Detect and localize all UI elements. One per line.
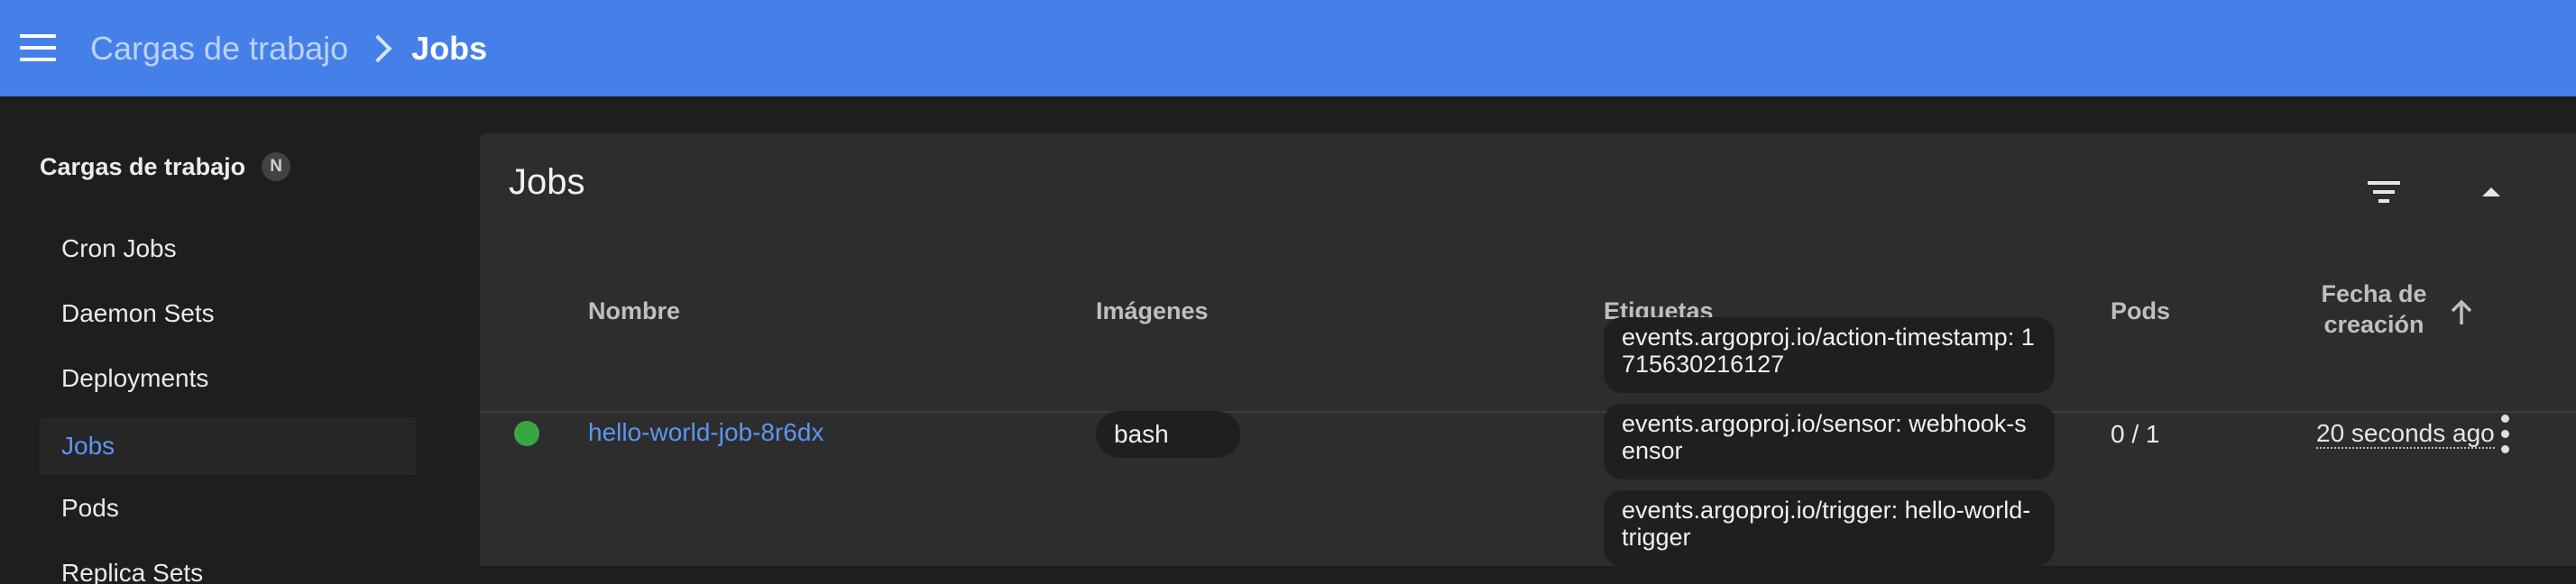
filter-icon[interactable] <box>2356 164 2410 218</box>
hamburger-menu-icon[interactable] <box>20 34 58 61</box>
breadcrumb: Cargas de trabajo Jobs <box>90 25 487 72</box>
card-title: Jobs <box>509 162 585 202</box>
page-title: Jobs <box>411 30 488 67</box>
sidebar-item-pods[interactable]: Pods <box>40 479 417 537</box>
image-chip: bash <box>1096 411 1240 458</box>
breadcrumb-parent-link[interactable]: Cargas de trabajo <box>90 30 348 68</box>
sidebar-item-deployments[interactable]: Deployments <box>40 350 417 407</box>
table-row: hello-world-job-8r6dx bash events.argopr… <box>480 308 2576 566</box>
label-chip: events.argoproj.io/sensor: webhook-senso… <box>1604 404 2055 479</box>
label-chip: events.argoproj.io/action-timestamp: 171… <box>1604 317 2055 393</box>
sidebar: Cargas de trabajo N Cron Jobs Daemon Set… <box>0 96 433 584</box>
chevron-right-icon <box>363 34 392 63</box>
more-vert-icon[interactable] <box>2491 409 2518 460</box>
label-chip: events.argoproj.io/trigger: hello-world-… <box>1604 490 2055 566</box>
column-header-created-line1: Fecha de <box>2321 280 2427 307</box>
sidebar-item-jobs[interactable]: Jobs <box>40 417 417 475</box>
creation-age[interactable]: 20 seconds ago <box>2316 420 2495 449</box>
sidebar-item-cron-jobs[interactable]: Cron Jobs <box>40 220 417 278</box>
sidebar-group-label: Cargas de trabajo <box>40 152 246 180</box>
chevron-up-icon[interactable] <box>2464 164 2518 218</box>
namespaced-badge: N <box>262 152 291 181</box>
sidebar-item-replica-sets[interactable]: Replica Sets <box>40 544 417 584</box>
job-name-link[interactable]: hello-world-job-8r6dx <box>588 418 823 447</box>
top-bar: Cargas de trabajo Jobs <box>0 0 2576 96</box>
pods-count: 0 / 1 <box>2111 420 2160 448</box>
status-indicator <box>514 421 539 446</box>
sidebar-group-workloads[interactable]: Cargas de trabajo N <box>40 152 291 181</box>
jobs-card: Jobs Nombre Imágenes Etiquetas Pods Fech… <box>480 133 2576 566</box>
sidebar-item-daemon-sets[interactable]: Daemon Sets <box>40 285 417 342</box>
